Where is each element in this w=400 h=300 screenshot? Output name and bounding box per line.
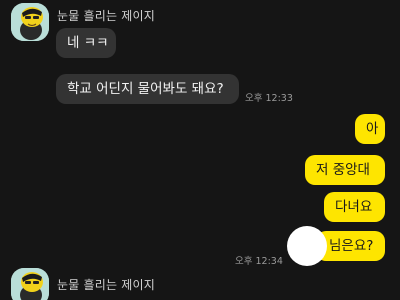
message-time: 오후 12:33 xyxy=(245,93,293,104)
message-time: 오후 12:34 xyxy=(235,256,283,267)
message-text: 아 xyxy=(366,121,379,137)
sender-avatar[interactable] xyxy=(11,3,49,41)
privacy-blur-circle xyxy=(287,226,327,266)
sender-avatar[interactable] xyxy=(11,268,49,300)
incoming-message-bubble[interactable]: 네 ㅋㅋ xyxy=(56,28,116,58)
sender-name: 눈물 흘리는 제이지 xyxy=(57,278,155,292)
message-text: 학교 어딘지 물어봐도 돼요? xyxy=(67,81,224,97)
outgoing-message-bubble[interactable]: 저 중앙대 xyxy=(305,155,385,185)
outgoing-message-bubble[interactable]: 다녀요 xyxy=(324,192,385,222)
jay-z-crying-emoji-icon xyxy=(11,268,49,300)
sender-name: 눈물 흘리는 제이지 xyxy=(57,9,155,23)
incoming-message-bubble[interactable]: 학교 어딘지 물어봐도 돼요? xyxy=(56,74,239,104)
jay-z-crying-emoji-icon xyxy=(11,3,49,41)
message-text: 저 중앙대 xyxy=(316,162,370,178)
chat-screen: 눈물 흘리는 제이지 네 ㅋㅋ 학교 어딘지 물어봐도 돼요? 오후 12:33… xyxy=(0,0,400,300)
outgoing-message-bubble[interactable]: 아 xyxy=(355,114,385,144)
message-text: 다녀요 xyxy=(335,199,373,215)
message-text: 네 ㅋㅋ xyxy=(67,35,109,51)
message-text: 님은요? xyxy=(329,238,374,254)
